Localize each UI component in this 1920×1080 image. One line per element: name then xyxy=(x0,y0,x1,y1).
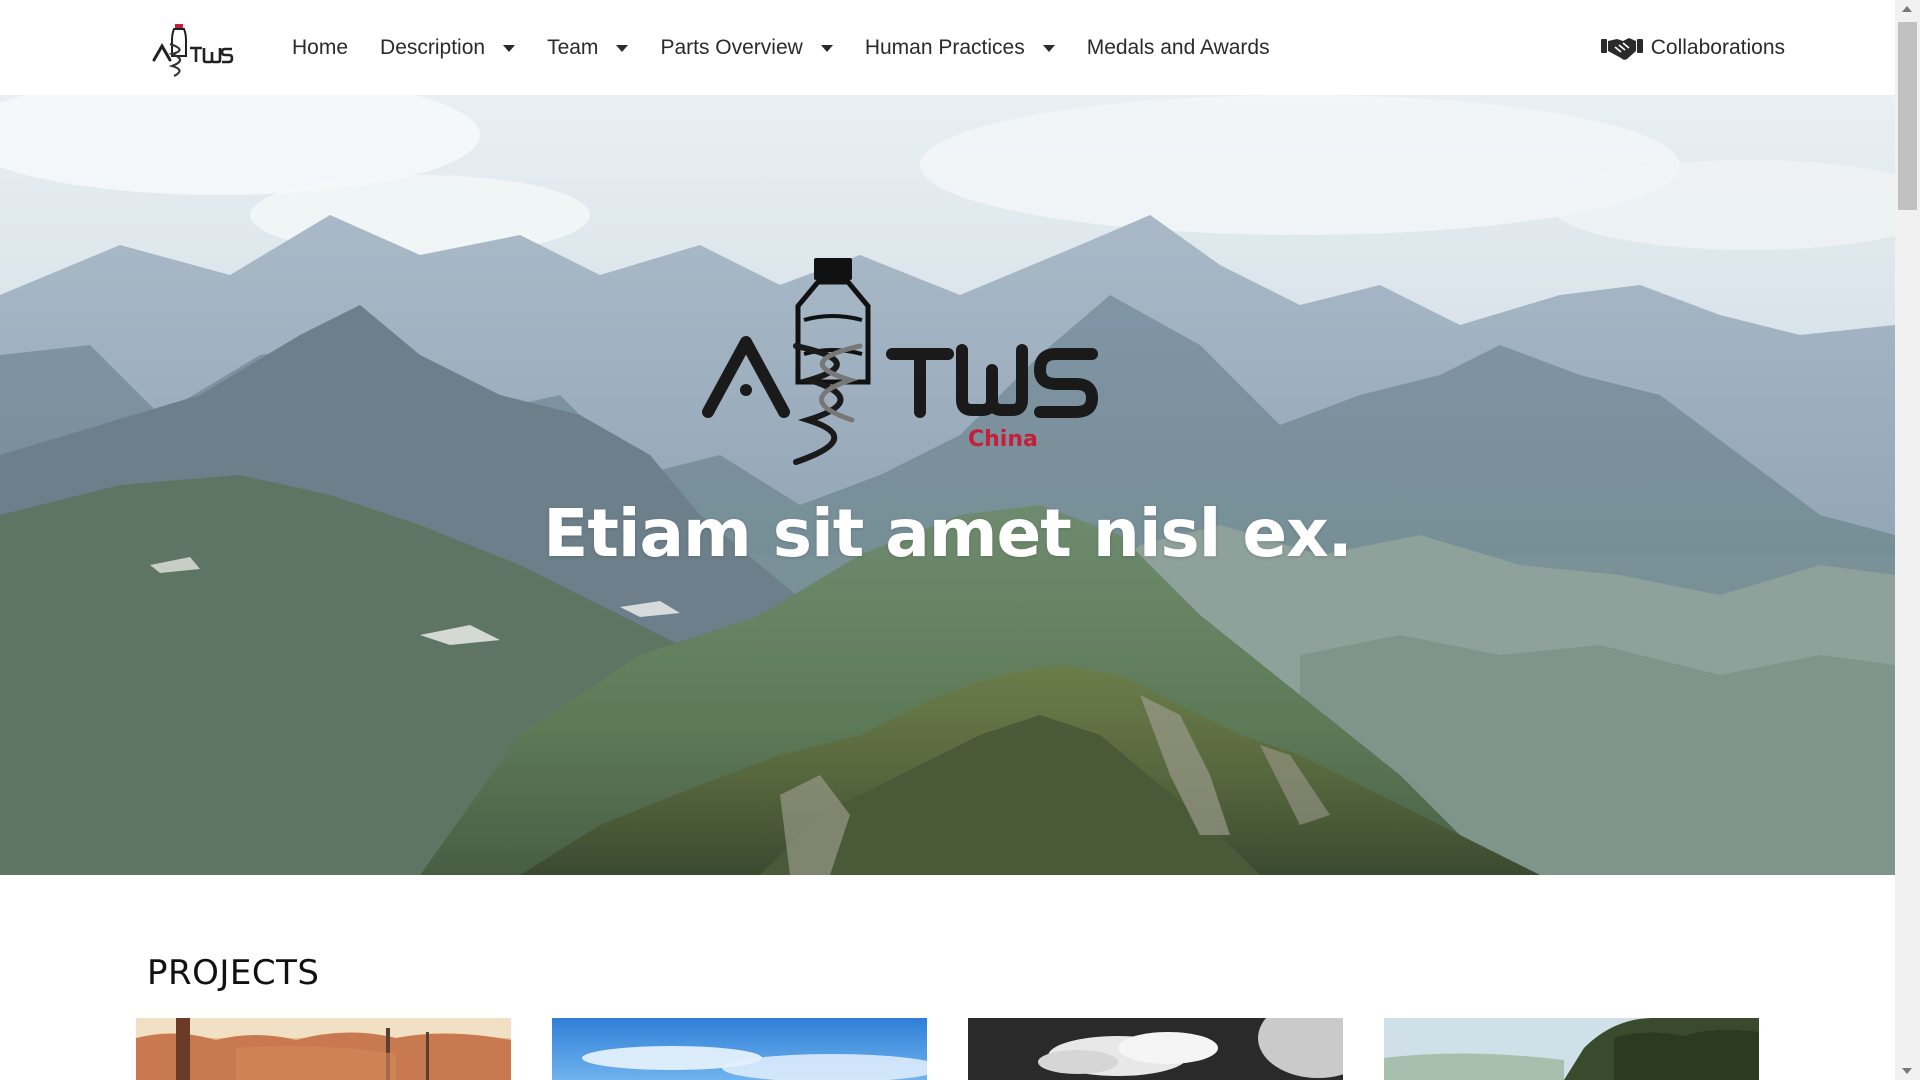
nav-item-description[interactable]: Description xyxy=(380,35,516,60)
page-scrollbar[interactable] xyxy=(1895,0,1920,1080)
nav-item-label: Team xyxy=(547,35,599,59)
scrollbar-thumb[interactable] xyxy=(1898,22,1917,210)
mountain-landscape-image xyxy=(0,95,1895,875)
nav-menu: Home Description Team Parts Overview Hum… xyxy=(292,0,1302,95)
nav-item-collaborations[interactable]: Collaborations xyxy=(1600,0,1785,95)
project-card-clouds[interactable] xyxy=(968,1018,1343,1080)
monochrome-clouds-image xyxy=(968,1018,1343,1080)
nav-item-label: Home xyxy=(292,35,349,59)
top-navbar: Home Description Team Parts Overview Hum… xyxy=(0,0,1895,95)
scroll-down-arrow-icon[interactable] xyxy=(1902,1068,1912,1074)
project-card-sky[interactable] xyxy=(552,1018,927,1080)
brand-logo-link[interactable] xyxy=(150,20,234,78)
brand-logo-icon xyxy=(152,24,234,77)
nav-item-medals-and-awards[interactable]: Medals and Awards xyxy=(1087,36,1270,60)
nav-item-home[interactable]: Home xyxy=(292,36,348,60)
hero-logo-subtext: China xyxy=(968,427,1038,452)
collaborations-label: Collaborations xyxy=(1650,35,1785,59)
caret-down-icon xyxy=(1042,45,1055,52)
project-card-forest[interactable] xyxy=(1384,1018,1759,1080)
caret-down-icon xyxy=(616,45,629,52)
nav-item-label: Parts Overview xyxy=(660,35,803,59)
hero-title: Etiam sit amet nisl ex. xyxy=(543,495,1352,572)
nav-item-label: Medals and Awards xyxy=(1086,35,1270,59)
forest-hill-image xyxy=(1384,1018,1759,1080)
blue-sky-image xyxy=(552,1018,927,1080)
nav-item-human-practices[interactable]: Human Practices xyxy=(865,36,1055,60)
nav-item-label: Description xyxy=(380,35,486,59)
nav-item-team[interactable]: Team xyxy=(547,35,629,60)
handshake-icon xyxy=(1600,35,1643,61)
hero-banner: China Etiam sit amet nisl ex. xyxy=(0,95,1895,875)
hero-logo-icon: China xyxy=(702,258,1099,465)
projects-heading: PROJECTS xyxy=(147,953,320,993)
scroll-up-arrow-icon[interactable] xyxy=(1902,6,1912,12)
nav-item-parts-overview[interactable]: Parts Overview xyxy=(660,35,833,60)
caret-down-icon xyxy=(820,45,833,52)
caret-down-icon xyxy=(503,45,516,52)
autumn-landscape-image xyxy=(136,1018,511,1080)
nav-item-label: Human Practices xyxy=(864,35,1025,59)
project-card-autumn[interactable] xyxy=(136,1018,511,1080)
